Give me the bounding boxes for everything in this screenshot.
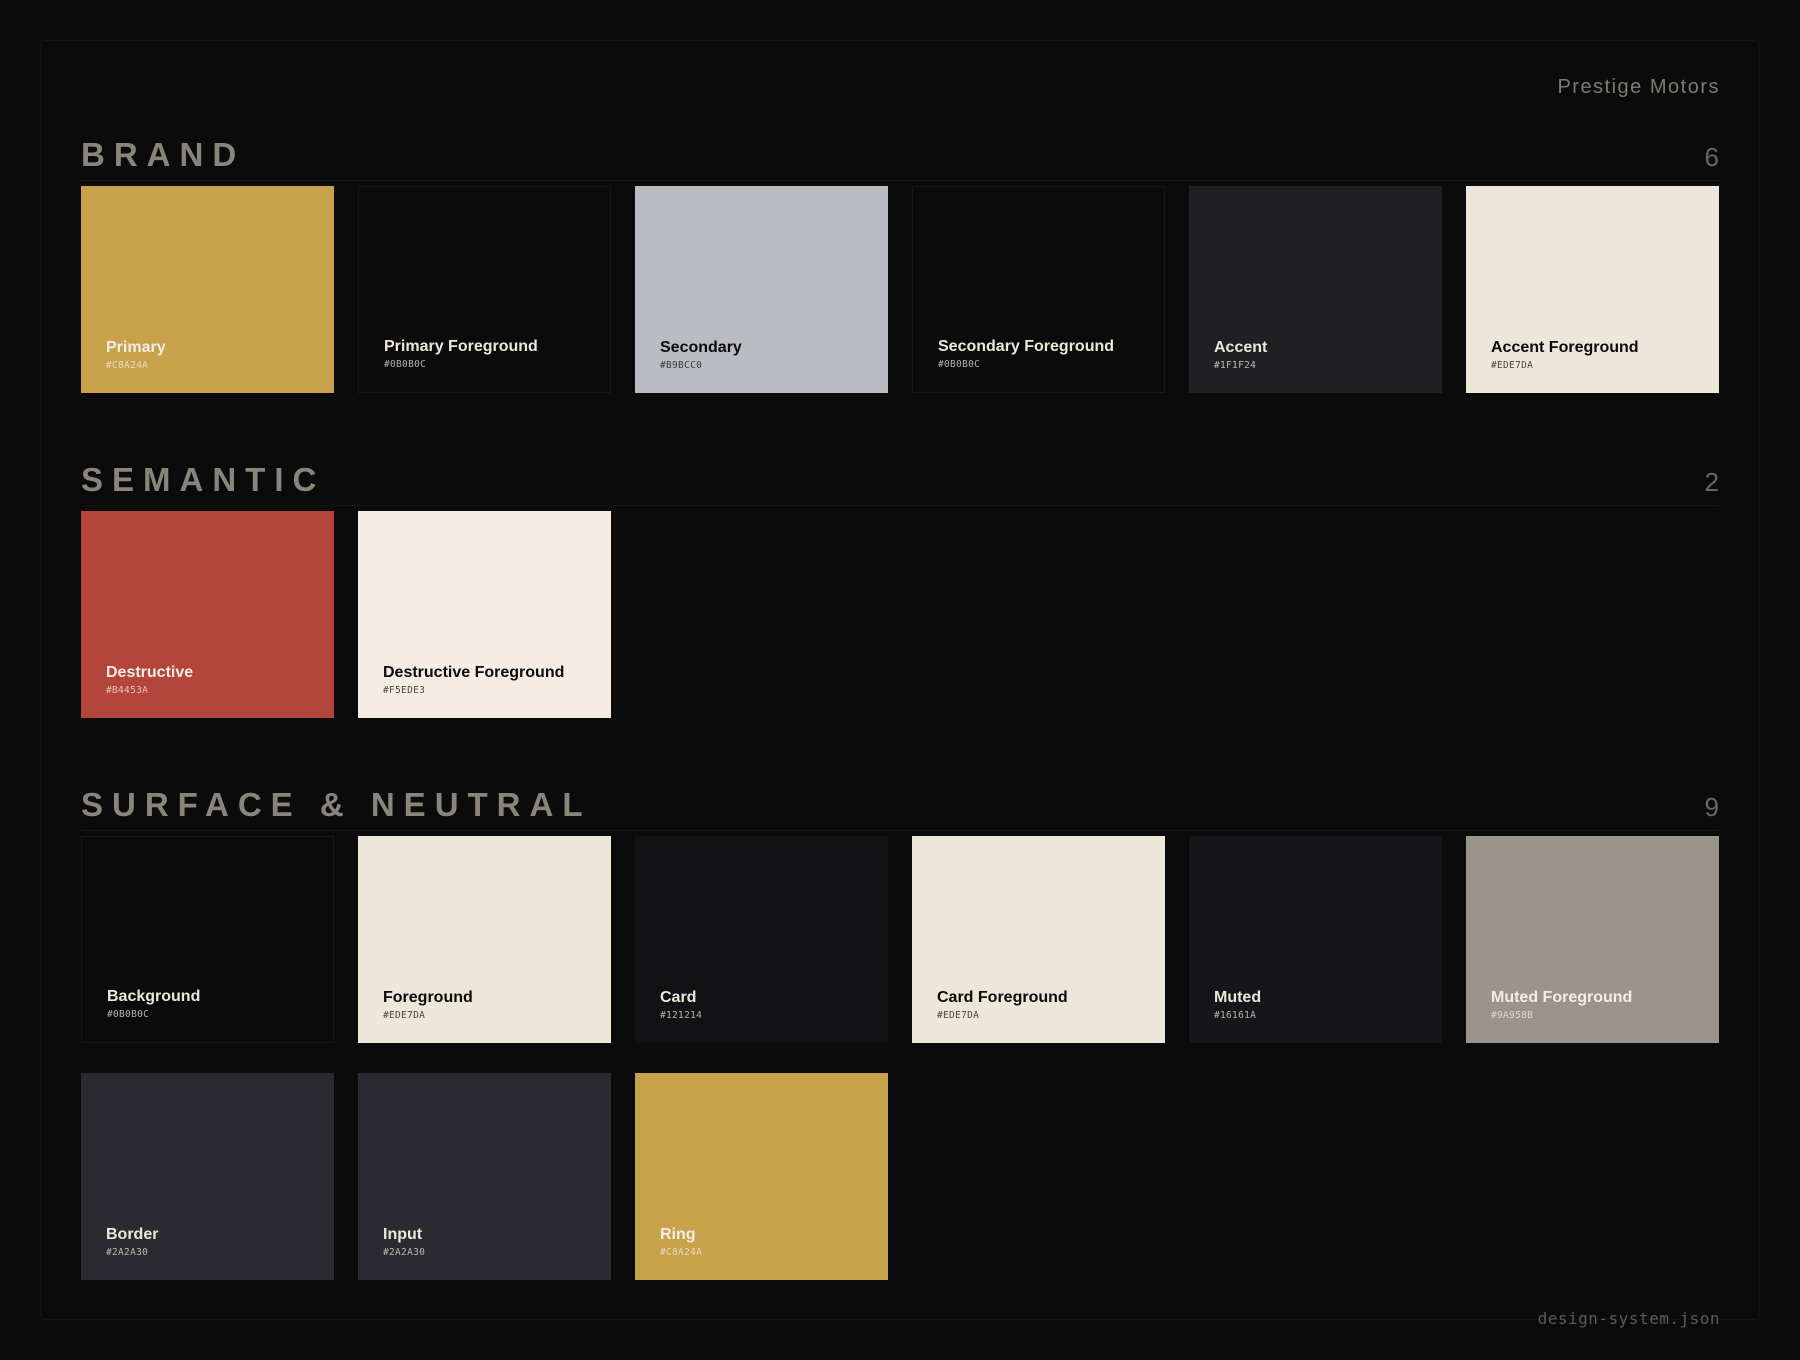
section-surface-neutral: SURFACE & NEUTRAL 9 Background #0B0B0C F… bbox=[81, 780, 1719, 1280]
brand-name: Prestige Motors bbox=[1557, 76, 1720, 98]
swatch-name: Accent Foreground bbox=[1491, 339, 1639, 356]
swatch-accent-foreground: Accent Foreground #EDE7DA bbox=[1466, 186, 1719, 393]
swatch-name: Destructive bbox=[106, 664, 194, 681]
swatch-muted: Muted #16161A bbox=[1189, 836, 1442, 1043]
swatch-muted-foreground: Muted Foreground #9A958B bbox=[1466, 836, 1719, 1043]
swatch-hex: #16161A bbox=[1214, 1010, 1257, 1021]
swatch-name: Secondary Foreground bbox=[938, 338, 1115, 355]
swatch-name: Destructive Foreground bbox=[383, 664, 565, 681]
swatch-hex: #2A2A30 bbox=[383, 1247, 426, 1258]
swatch-input: Input #2A2A30 bbox=[358, 1073, 611, 1280]
swatch-background: Background #0B0B0C bbox=[81, 836, 334, 1043]
swatch-hex: #0B0B0C bbox=[938, 359, 981, 370]
swatch-destructive: Destructive #B4453A bbox=[81, 511, 334, 718]
swatch-name: Card Foreground bbox=[937, 989, 1068, 1006]
swatch-hex: #0B0B0C bbox=[384, 359, 427, 370]
swatch-destructive-foreground: Destructive Foreground #F5EDE3 bbox=[358, 511, 611, 718]
section-header: BRAND 6 bbox=[81, 130, 1719, 181]
swatch-hex: #C8A24A bbox=[660, 1247, 703, 1258]
swatch-name: Muted bbox=[1214, 989, 1262, 1006]
swatch-name: Secondary bbox=[660, 339, 742, 356]
swatch-grid: Destructive #B4453A Destructive Foregrou… bbox=[81, 511, 1719, 718]
swatch-primary-foreground: Primary Foreground #0B0B0C bbox=[358, 186, 611, 393]
swatch-card: Card #121214 bbox=[635, 836, 888, 1043]
swatch-hex: #EDE7DA bbox=[383, 1010, 426, 1021]
section-count: 2 bbox=[1704, 467, 1719, 497]
swatch-name: Accent bbox=[1214, 339, 1268, 356]
swatch-hex: #F5EDE3 bbox=[383, 685, 426, 696]
section-count: 6 bbox=[1704, 142, 1719, 172]
swatch-name: Input bbox=[383, 1226, 423, 1243]
swatch-hex: #0B0B0C bbox=[107, 1009, 150, 1020]
footer-filename: design-system.json bbox=[1537, 1309, 1720, 1328]
swatch-primary: Primary #C8A24A bbox=[81, 186, 334, 393]
swatch-border: Border #2A2A30 bbox=[81, 1073, 334, 1280]
swatch-grid: Background #0B0B0C Foreground #EDE7DA Ca… bbox=[81, 836, 1719, 1280]
swatch-grid: Primary #C8A24A Primary Foreground #0B0B… bbox=[81, 186, 1719, 393]
swatch-name: Primary Foreground bbox=[384, 338, 538, 355]
swatch-hex: #B9BCC0 bbox=[660, 360, 703, 371]
swatch-card-foreground: Card Foreground #EDE7DA bbox=[912, 836, 1165, 1043]
swatch-name: Card bbox=[660, 989, 697, 1006]
swatch-secondary: Secondary #B9BCC0 bbox=[635, 186, 888, 393]
swatch-hex: #1F1F24 bbox=[1214, 360, 1257, 371]
swatch-name: Primary bbox=[106, 339, 166, 356]
swatch-accent: Accent #1F1F24 bbox=[1189, 186, 1442, 393]
swatch-hex: #EDE7DA bbox=[1491, 360, 1534, 371]
swatch-name: Background bbox=[107, 988, 201, 1005]
section-brand: BRAND 6 Primary #C8A24A Primary Foregrou… bbox=[81, 130, 1719, 393]
section-title: SEMANTIC bbox=[81, 461, 326, 498]
swatch-hex: #C8A24A bbox=[106, 360, 149, 371]
section-header: SURFACE & NEUTRAL 9 bbox=[81, 780, 1719, 831]
swatch-hex: #EDE7DA bbox=[937, 1010, 980, 1021]
section-header: SEMANTIC 2 bbox=[81, 455, 1719, 506]
section-title: SURFACE & NEUTRAL bbox=[81, 786, 592, 823]
swatch-secondary-foreground: Secondary Foreground #0B0B0C bbox=[912, 186, 1165, 393]
swatch-hex: #2A2A30 bbox=[106, 1247, 149, 1258]
swatch-hex: #9A958B bbox=[1491, 1010, 1534, 1021]
swatch-name: Ring bbox=[660, 1226, 696, 1243]
swatch-foreground: Foreground #EDE7DA bbox=[358, 836, 611, 1043]
swatch-name: Border bbox=[106, 1226, 159, 1243]
section-title: BRAND bbox=[81, 136, 246, 173]
section-semantic: SEMANTIC 2 Destructive #B4453A Destructi… bbox=[81, 455, 1719, 718]
swatch-hex: #121214 bbox=[660, 1010, 703, 1021]
swatch-name: Muted Foreground bbox=[1491, 989, 1633, 1006]
swatch-hex: #B4453A bbox=[106, 685, 149, 696]
swatch-name: Foreground bbox=[383, 989, 473, 1006]
swatch-ring: Ring #C8A24A bbox=[635, 1073, 888, 1280]
section-count: 9 bbox=[1704, 792, 1719, 822]
